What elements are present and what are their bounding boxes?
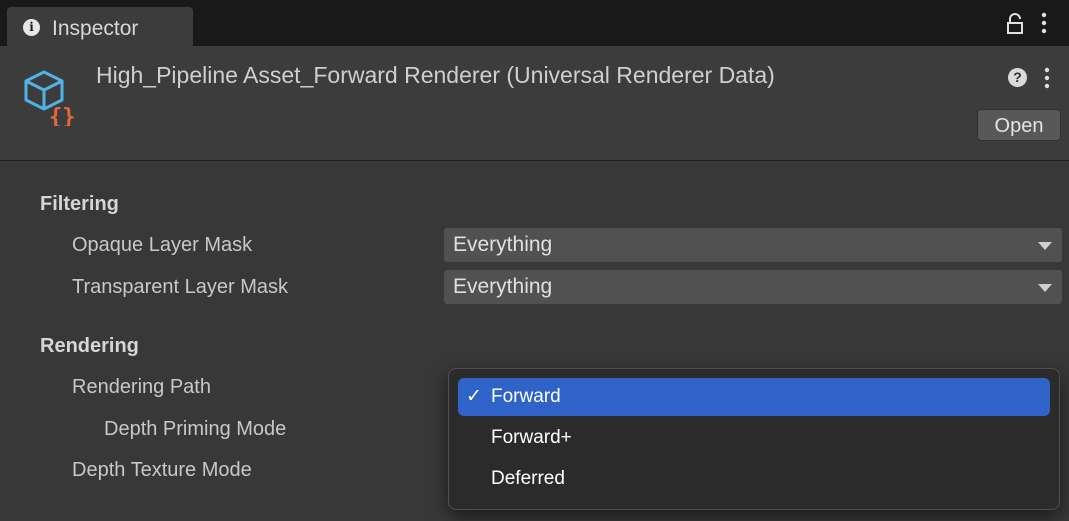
dropdown-option-label: Forward+ (491, 427, 572, 448)
section-header-filtering[interactable]: Filtering (40, 193, 119, 216)
transparent-layer-mask-label: Transparent Layer Mask (72, 276, 289, 298)
opaque-layer-mask-label: Opaque Layer Mask (72, 234, 253, 256)
tab-bar: i Inspector (0, 0, 1069, 46)
open-button[interactable]: Open (977, 109, 1061, 141)
checkmark-icon: ✓ (466, 386, 482, 407)
kebab-menu-icon[interactable] (1040, 66, 1054, 90)
dropdown-option-label: Forward (491, 386, 561, 407)
dropdown-option-label: Deferred (491, 468, 565, 489)
asset-header: {} High_Pipeline Asset_Forward Renderer … (0, 46, 1069, 161)
dropdown-value: Everything (453, 275, 553, 298)
opaque-layer-mask-dropdown[interactable]: Everything (444, 228, 1062, 262)
transparent-layer-mask-dropdown[interactable]: Everything (444, 270, 1062, 304)
info-icon: i (23, 19, 40, 36)
dropdown-value: Everything (453, 233, 553, 256)
depth-texture-mode-label: Depth Texture Mode (72, 459, 252, 481)
tab-inspector[interactable]: i Inspector (7, 7, 193, 46)
depth-priming-mode-label: Depth Priming Mode (104, 418, 287, 440)
dropdown-option-forward-plus[interactable]: Forward+ (458, 419, 1050, 457)
tab-title: Inspector (52, 17, 139, 40)
chevron-down-icon (1038, 284, 1052, 292)
renderer-data-asset-icon: {} (24, 70, 76, 126)
section-header-rendering[interactable]: Rendering (40, 335, 139, 358)
rendering-path-label: Rendering Path (72, 376, 211, 398)
chevron-down-icon (1038, 242, 1052, 250)
kebab-menu-icon[interactable] (1037, 11, 1051, 35)
dropdown-option-forward[interactable]: ✓ Forward (458, 378, 1050, 416)
rendering-path-dropdown-menu: ✓ Forward Forward+ Deferred (448, 368, 1060, 510)
help-icon[interactable]: ? (1008, 68, 1027, 87)
asset-title: High_Pipeline Asset_Forward Renderer (Un… (96, 62, 775, 88)
dropdown-option-deferred[interactable]: Deferred (458, 460, 1050, 498)
lock-icon[interactable] (1006, 13, 1024, 35)
svg-text:{}: {} (49, 105, 76, 126)
